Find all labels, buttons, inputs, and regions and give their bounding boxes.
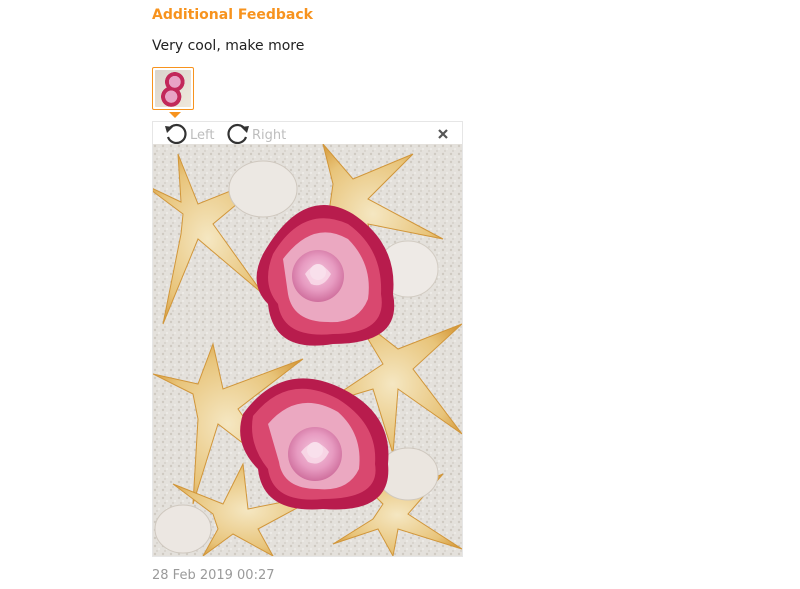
thumbnail-image (155, 70, 191, 107)
close-viewer-button[interactable] (436, 125, 450, 141)
thumbnail-selected-indicator (169, 112, 181, 118)
photo-thumbnail[interactable] (152, 67, 194, 110)
rotate-left-label: Left (190, 127, 215, 143)
rotate-left-icon (163, 122, 189, 144)
rotate-left-button[interactable]: Left (163, 122, 214, 144)
feedback-date: 28 Feb 2019 00:27 (152, 568, 275, 583)
rotate-right-icon (225, 122, 251, 144)
feedback-title: Additional Feedback (152, 7, 313, 23)
close-icon (436, 126, 450, 145)
viewer-toolbar: Left Right (153, 122, 462, 144)
feedback-text: Very cool, make more (152, 38, 305, 54)
review-photo (153, 144, 462, 556)
photo-viewer: Left Right (152, 121, 463, 557)
rotate-right-label: Right (252, 127, 287, 143)
rotate-right-button[interactable]: Right (225, 122, 286, 144)
